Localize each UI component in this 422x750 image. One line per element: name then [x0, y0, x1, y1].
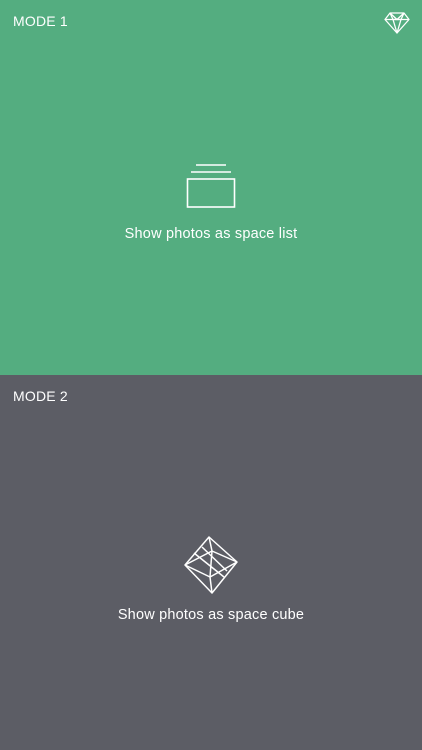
mode-2-label: MODE 2 [13, 388, 68, 404]
mode-1-icon-wrap [186, 163, 236, 214]
mode-2-panel[interactable]: MODE 2 Show photos as space cube [0, 375, 422, 750]
mode-1-label: MODE 1 [13, 13, 68, 29]
diamond-icon [384, 12, 410, 34]
mode-1-caption: Show photos as space list [124, 226, 298, 242]
stacked-list-icon [186, 164, 236, 208]
mode-1-panel[interactable]: MODE 1 Show photos as space list [0, 0, 422, 375]
octahedron-cube-icon [184, 536, 238, 594]
premium-button[interactable] [384, 11, 410, 35]
mode-2-icon-wrap [182, 535, 240, 600]
mode-2-caption: Show photos as space cube [117, 607, 305, 623]
